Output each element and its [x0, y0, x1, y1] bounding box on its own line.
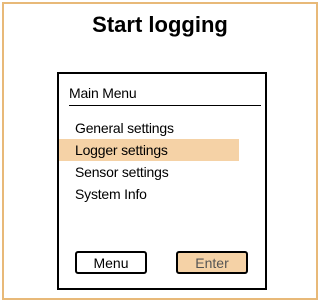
tutorial-frame: Start logging Main Menu General settings…: [2, 2, 318, 300]
header-divider: [69, 105, 261, 106]
page-title: Start logging: [92, 12, 228, 37]
menu-item-logger-settings[interactable]: Logger settings: [59, 139, 239, 161]
menu-button[interactable]: Menu: [75, 251, 147, 274]
menu-item-sensor-settings[interactable]: Sensor settings: [59, 161, 239, 183]
menu-item-general-settings[interactable]: General settings: [59, 117, 239, 139]
menu-header: Main Menu: [69, 85, 137, 101]
menu-item-system-info[interactable]: System Info: [59, 183, 239, 205]
enter-button[interactable]: Enter: [176, 251, 248, 274]
device-screen: Main Menu General settings Logger settin…: [57, 72, 267, 290]
